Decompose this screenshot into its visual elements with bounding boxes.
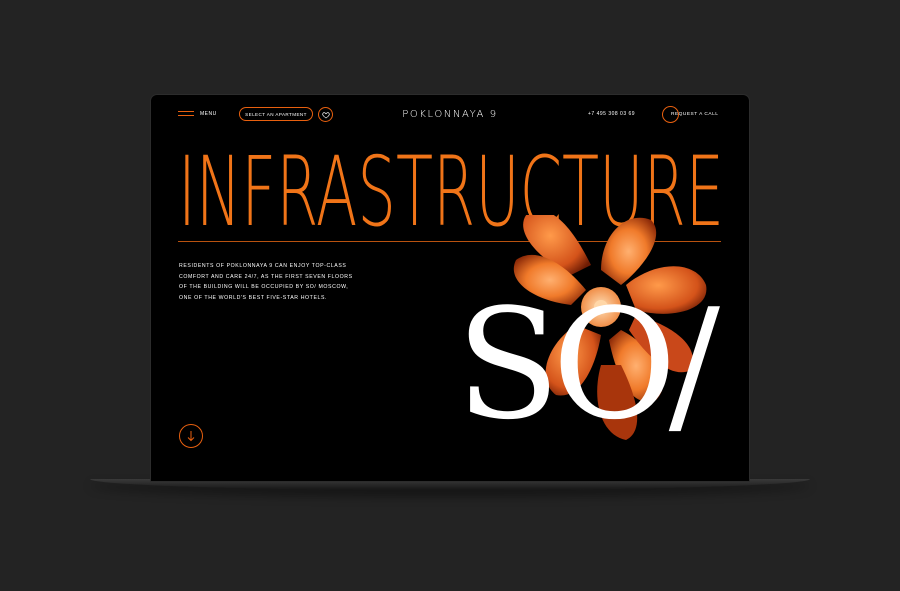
hero-illustration: SO/ (451, 215, 749, 481)
phone-number[interactable]: +7 495 308 03 69 (588, 111, 635, 117)
brand-mark: SO/ (456, 276, 721, 453)
arrow-down-icon (187, 431, 195, 442)
request-call-label: REQUEST A CALL (671, 111, 719, 117)
intro-text: RESIDENTS OF POKLONNAYA 9 CAN ENJOY TOP-… (179, 263, 353, 301)
site-logo[interactable]: POKLONNAYA 9 (151, 109, 749, 120)
site-header: MENU SELECT AN APARTMENT POKLONNAYA 9 +7… (151, 95, 749, 137)
scroll-down-button[interactable] (179, 424, 203, 448)
website-screen: MENU SELECT AN APARTMENT POKLONNAYA 9 +7… (151, 95, 749, 481)
